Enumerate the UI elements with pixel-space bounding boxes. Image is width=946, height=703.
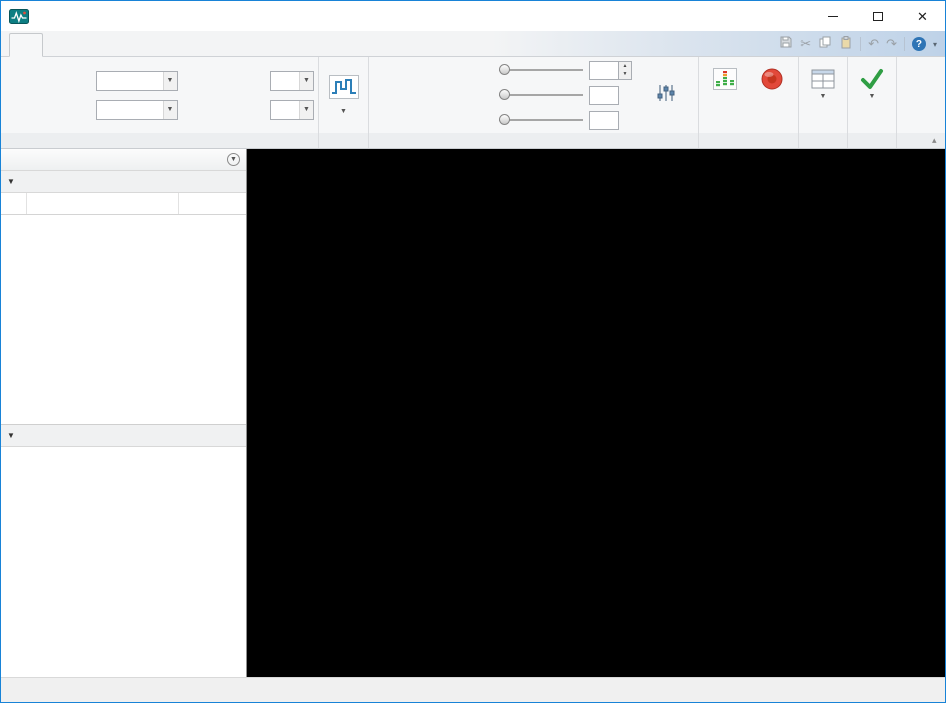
- collapse-toolstrip-icon[interactable]: ▴: [932, 133, 937, 148]
- title-column-header: [27, 193, 179, 214]
- maximize-button[interactable]: [855, 1, 900, 31]
- record-icon: [759, 65, 785, 93]
- layout-section-label: [799, 133, 847, 148]
- color-column-header: [179, 193, 246, 214]
- level-monitor-icon: [713, 65, 738, 93]
- cut-icon[interactable]: ✂: [800, 37, 811, 51]
- data-browser-header: ▼: [1, 149, 246, 171]
- export-section-label: [848, 133, 896, 148]
- copy-icon[interactable]: [818, 35, 832, 54]
- chevron-down-icon: ▼: [299, 71, 313, 90]
- slider-track: [499, 94, 583, 96]
- capture-button[interactable]: [750, 60, 795, 130]
- chevron-down-icon: ▼: [162, 100, 177, 119]
- section-method-settings: ▲ ▼: [369, 57, 699, 148]
- maximize-icon: [872, 11, 883, 21]
- minimize-icon: [827, 15, 838, 17]
- close-button[interactable]: ✕: [900, 1, 945, 31]
- table-header-row: [1, 193, 246, 215]
- tab-bar: ✂ ↶ ↷ ? ▾: [1, 31, 945, 57]
- quick-access-toolbar: ✂ ↶ ↷ ? ▾: [779, 31, 937, 57]
- collapse-triangle-icon: ▼: [7, 177, 15, 186]
- slider-thumb[interactable]: [499, 114, 510, 125]
- duration-per-run-input[interactable]: [589, 85, 619, 105]
- export-check-icon: [859, 65, 885, 93]
- toolbar-separator: [860, 37, 862, 51]
- paste-icon[interactable]: [839, 35, 853, 54]
- method-dropdown-button[interactable]: ▼: [319, 57, 368, 133]
- help-icon[interactable]: ?: [911, 37, 926, 51]
- chevron-down-icon: ▼: [299, 100, 313, 119]
- advanced-settings-button[interactable]: [638, 83, 694, 107]
- slider-thumb[interactable]: [499, 64, 510, 75]
- section-filler: ▴: [897, 57, 945, 148]
- titlebar: ✕: [1, 1, 945, 31]
- spinner-down-icon[interactable]: ▼: [619, 70, 631, 79]
- method-section-label: [319, 133, 368, 148]
- close-icon: ✕: [917, 8, 928, 24]
- impulse-response-plot: [247, 149, 945, 413]
- method-settings-section-label: [369, 133, 698, 148]
- recorder-channel-dropdown[interactable]: ▼: [270, 99, 314, 120]
- plot-area: [247, 149, 945, 677]
- device-section-label: [1, 133, 318, 148]
- minimize-button[interactable]: [810, 1, 855, 31]
- app-window: ✕ ✂ ↶ ↷ ? ▾ ▼ ▼ ▼ ▼ ▼ ▲ ▼ ▼ ▼ ▴ ▼ ▼ ▼: [0, 0, 946, 703]
- data-browser-panel: ▼ ▼ ▼: [1, 149, 247, 677]
- number-of-runs-slider[interactable]: [499, 63, 583, 77]
- app-icon: [9, 8, 29, 24]
- collapse-triangle-icon: ▼: [7, 431, 15, 440]
- checkbox-column-header: [1, 193, 27, 214]
- layout-grid-icon: [811, 65, 835, 93]
- captured-data-info-header[interactable]: ▼: [1, 425, 246, 447]
- sample-rate-dropdown[interactable]: ▼: [95, 99, 178, 120]
- status-bar: [1, 677, 945, 702]
- captured-data-info-text: [1, 447, 246, 677]
- mls-method-icon: [328, 75, 359, 104]
- slider-track: [499, 69, 583, 71]
- slider-track: [499, 119, 583, 121]
- undo-icon[interactable]: ↶: [868, 37, 879, 51]
- number-of-runs-input[interactable]: [589, 60, 619, 80]
- toolbar-separator: [903, 37, 905, 51]
- excitation-level-input[interactable]: [589, 110, 619, 130]
- export-button[interactable]: ▼: [852, 60, 892, 130]
- section-device: ▼ ▼ ▼ ▼: [1, 57, 319, 148]
- slider-thumb[interactable]: [499, 89, 510, 100]
- spinner-up-icon[interactable]: ▲: [619, 61, 631, 70]
- chevron-down-icon: ▼: [868, 93, 876, 100]
- redo-icon[interactable]: ↷: [886, 37, 897, 51]
- section-capture: [699, 57, 799, 148]
- level-monitor-button[interactable]: [703, 60, 748, 130]
- excitation-level-slider[interactable]: [499, 113, 583, 127]
- layout-button[interactable]: ▼: [803, 60, 843, 130]
- advanced-settings-icon: [656, 83, 676, 107]
- chevron-down-icon: ▼: [819, 93, 827, 100]
- chevron-down-icon: ▼: [162, 71, 177, 90]
- capture-section-label: [699, 133, 798, 148]
- save-icon[interactable]: [779, 35, 793, 54]
- toolstrip: ▼ ▼ ▼ ▼ ▼ ▲ ▼ ▼ ▼ ▴: [1, 57, 945, 149]
- section-layout: ▼: [799, 57, 848, 148]
- section-method: ▼: [319, 57, 369, 148]
- player-channel-dropdown[interactable]: ▼: [270, 70, 314, 91]
- captured-data-table: [1, 193, 246, 425]
- captured-data-header[interactable]: ▼: [1, 171, 246, 193]
- audio-device-dropdown[interactable]: ▼: [95, 70, 178, 91]
- section-export: ▼: [848, 57, 897, 148]
- duration-per-run-slider[interactable]: [499, 88, 583, 102]
- chevron-down-icon: ▼: [340, 108, 347, 115]
- toolbar-menu-icon[interactable]: ▾: [933, 40, 937, 49]
- panel-menu-icon[interactable]: ▼: [227, 153, 240, 166]
- number-of-runs-spinner[interactable]: ▲ ▼: [619, 60, 632, 80]
- magnitude-response-plot: [247, 412, 945, 676]
- tab-measurer[interactable]: [9, 33, 43, 57]
